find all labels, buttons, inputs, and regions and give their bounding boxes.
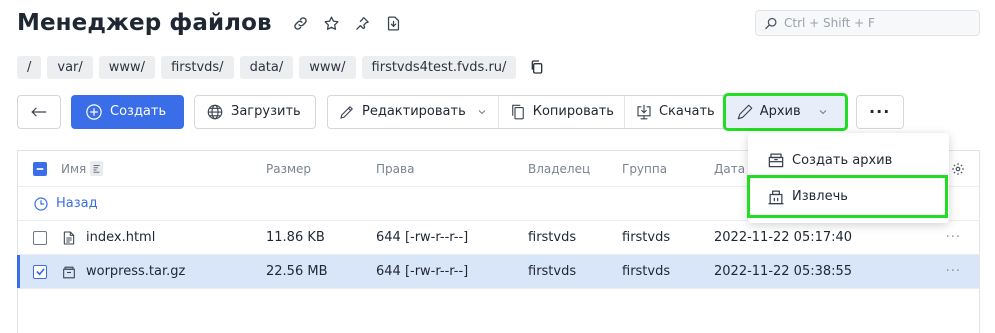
- file-date: 2022-11-22 05:38:55: [714, 264, 853, 279]
- breadcrumb-firstvds[interactable]: firstvds/: [161, 55, 234, 79]
- file-perm: 644 [-rw-r--r--]: [376, 264, 469, 279]
- extract-item[interactable]: Извлечь: [747, 175, 948, 218]
- download-icon: [637, 104, 651, 119]
- column-owner[interactable]: Владелец: [528, 162, 622, 176]
- breadcrumb-www[interactable]: www/: [98, 55, 156, 79]
- back-button[interactable]: [17, 94, 61, 129]
- column-size[interactable]: Размер: [266, 162, 376, 176]
- title-icons: [292, 14, 403, 32]
- more-button[interactable]: ···: [855, 94, 904, 129]
- breadcrumb: / var/ www/ firstvds/ data/ www/ firstvd…: [17, 55, 546, 79]
- column-group[interactable]: Группа: [622, 162, 714, 176]
- row-actions-button[interactable]: ···: [934, 230, 979, 245]
- download-button-label: Скачать: [658, 104, 715, 119]
- check-icon: [35, 268, 45, 276]
- sort-icon[interactable]: [90, 161, 104, 176]
- breadcrumb-var[interactable]: var/: [47, 55, 93, 79]
- gear-icon[interactable]: [951, 162, 965, 176]
- file-owner: firstvds: [528, 230, 577, 245]
- extract-label: Извлечь: [792, 189, 848, 204]
- archive-file-icon: [61, 264, 77, 280]
- globe-icon: [207, 104, 223, 119]
- row-check-cell: [18, 264, 52, 279]
- archive-button[interactable]: Архив: [722, 92, 848, 131]
- search-input[interactable]: [784, 16, 974, 30]
- search-box[interactable]: [755, 10, 980, 36]
- archive-button-label: Архив: [759, 104, 801, 119]
- file-size: 22.56 MB: [266, 264, 328, 279]
- html-file-icon: [61, 230, 77, 246]
- column-perm[interactable]: Права: [376, 162, 528, 176]
- download-button[interactable]: Скачать: [625, 95, 726, 128]
- link-icon[interactable]: [292, 14, 310, 32]
- create-button[interactable]: Создать: [71, 94, 184, 129]
- file-perm: 644 [-rw-r--r--]: [376, 230, 469, 245]
- upload-button[interactable]: Загрузить: [194, 94, 316, 129]
- file-group: firstvds: [622, 230, 671, 245]
- copy-button-label: Копировать: [532, 104, 614, 119]
- chevron-down-icon: [478, 109, 486, 114]
- column-name-label: Имя: [61, 161, 87, 176]
- breadcrumb-data[interactable]: data/: [239, 55, 294, 79]
- copy-icon[interactable]: [528, 58, 546, 76]
- file-size: 11.86 KB: [266, 230, 325, 245]
- download-page-icon[interactable]: [385, 14, 403, 32]
- file-date: 2022-11-22 05:17:40: [714, 230, 853, 245]
- row-check-cell: [18, 230, 52, 245]
- toolbar: Создать Загрузить Редактировать Копирова…: [17, 92, 904, 131]
- create-button-label: Создать: [110, 104, 167, 119]
- breadcrumb-root[interactable]: /: [17, 55, 42, 79]
- file-name[interactable]: index.html: [86, 230, 155, 245]
- chevron-down-icon: [819, 109, 826, 114]
- back-row-label: Назад: [56, 196, 98, 211]
- title-row: Менеджер файлов: [17, 6, 403, 40]
- edit-button[interactable]: Редактировать: [328, 95, 499, 128]
- breadcrumb-www-2[interactable]: www/: [299, 55, 356, 79]
- table-row-selected[interactable]: worpress.tar.gz 22.56 MB 644 [-rw-r--r--…: [17, 255, 979, 289]
- star-icon[interactable]: [323, 14, 341, 32]
- copy-button[interactable]: Копировать: [499, 95, 625, 128]
- arrow-left-icon: [31, 107, 47, 116]
- upload-button-label: Загрузить: [231, 104, 301, 119]
- row-actions-button[interactable]: ···: [934, 264, 979, 279]
- row-checkbox-checked[interactable]: [33, 264, 47, 279]
- page-title: Менеджер файлов: [17, 10, 272, 36]
- archive-box-icon: [768, 153, 784, 168]
- file-group: firstvds: [622, 264, 671, 279]
- select-all-checkbox[interactable]: [33, 161, 47, 176]
- table-row[interactable]: index.html 11.86 KB 644 [-rw-r--r--] fir…: [18, 221, 979, 255]
- minus-icon: [36, 167, 44, 170]
- file-actions-group: Редактировать Копировать Скачать Архив: [327, 92, 848, 131]
- edit-button-label: Редактировать: [362, 104, 466, 119]
- create-archive-label: Создать архив: [792, 152, 893, 168]
- file-name[interactable]: worpress.tar.gz: [86, 264, 185, 279]
- select-all-cell: [18, 161, 52, 176]
- column-name[interactable]: Имя: [52, 161, 266, 176]
- pen-icon: [737, 104, 753, 119]
- file-name-cell: worpress.tar.gz: [52, 264, 266, 280]
- search-icon: [765, 17, 777, 29]
- row-checkbox[interactable]: [33, 230, 47, 245]
- file-name-cell: index.html: [52, 230, 266, 246]
- extract-icon: [768, 190, 784, 204]
- breadcrumb-domain[interactable]: firstvds4test.fvds.ru/: [361, 55, 517, 79]
- create-archive-item[interactable]: Создать архив: [748, 143, 949, 177]
- plus-circle-icon: [86, 103, 102, 120]
- pencil-icon: [340, 105, 353, 119]
- back-arrow-icon: [18, 196, 52, 212]
- copy-files-icon: [511, 104, 524, 119]
- file-owner: firstvds: [528, 264, 577, 279]
- archive-dropdown: Создать архив Извлечь: [747, 133, 949, 223]
- pin-icon[interactable]: [354, 14, 372, 32]
